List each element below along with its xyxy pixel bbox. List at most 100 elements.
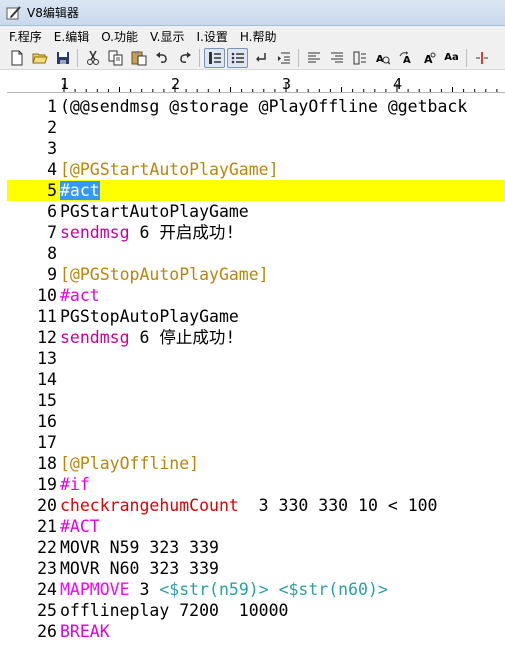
line-number: 26: [37, 622, 57, 641]
font-size-icon[interactable]: Aa: [441, 48, 462, 68]
code-line[interactable]: 26 BREAK: [7, 621, 505, 642]
code-line[interactable]: 17: [7, 432, 505, 453]
menu-bar: F.程序 E.编辑 O.功能 V.显示 I.设置 H.帮助: [0, 26, 505, 46]
code-line[interactable]: 10 #act: [7, 285, 505, 306]
line-number: 11: [37, 307, 57, 326]
line-number: 13: [37, 349, 57, 368]
line-text: MOVR N60 323 339: [60, 559, 219, 578]
code-line[interactable]: 18 [@PlayOffline]: [7, 453, 505, 474]
list-format-icon[interactable]: [227, 47, 248, 68]
line-number: 1: [47, 97, 57, 116]
ruler-number: 2: [171, 75, 181, 93]
code-line[interactable]: 8: [7, 243, 505, 264]
code-line[interactable]: 23 MOVR N60 323 339: [7, 558, 505, 579]
toolbar-separator: [199, 48, 200, 67]
replace-icon[interactable]: A: [395, 48, 416, 68]
save-icon[interactable]: [52, 48, 73, 68]
code-line[interactable]: 13: [7, 348, 505, 369]
line-text-wrap: sendmsg 6 停止成功!: [57, 327, 235, 348]
menu-function[interactable]: O.功能: [96, 28, 145, 45]
indent-icon[interactable]: [273, 48, 294, 68]
line-text: MOVR N59 323 339: [60, 538, 219, 557]
line-number: 7: [47, 223, 57, 242]
line-text-wrap: #act: [57, 180, 100, 201]
line-number: 8: [47, 244, 57, 263]
code-line[interactable]: 4 [@PGStartAutoPlayGame]: [7, 159, 505, 180]
find-icon[interactable]: A: [372, 48, 393, 68]
code-line[interactable]: 25 offlineplay 7200 10000: [7, 600, 505, 621]
open-folder-icon[interactable]: [29, 48, 50, 68]
line-number: 4: [47, 160, 57, 179]
line-number: 2: [47, 118, 57, 137]
directive-keyword: #ACT: [60, 517, 100, 536]
code-line[interactable]: 11 PGStopAutoPlayGame: [7, 306, 505, 327]
window-title: V8编辑器: [27, 6, 79, 20]
code-line[interactable]: 7 sendmsg 6 开启成功!: [7, 222, 505, 243]
line-number: 6: [47, 202, 57, 221]
toolbar-separator: [298, 48, 299, 67]
font-color-icon[interactable]: A: [418, 48, 439, 68]
code-line[interactable]: 2: [7, 117, 505, 138]
line-number: 25: [37, 601, 57, 620]
code-line[interactable]: 15: [7, 390, 505, 411]
split-icon[interactable]: [471, 48, 492, 68]
code-line[interactable]: 16: [7, 411, 505, 432]
menu-help[interactable]: H.帮助: [235, 28, 284, 45]
word-wrap-icon[interactable]: [250, 48, 271, 68]
line-text: PGStartAutoPlayGame: [60, 202, 249, 221]
menu-edit[interactable]: E.编辑: [49, 28, 96, 45]
code-line[interactable]: 20 checkrangehumCount 3 330 330 10 < 100: [7, 495, 505, 516]
code-line[interactable]: 14: [7, 369, 505, 390]
toolbar: A A A Aa: [0, 46, 505, 70]
section-label: [@PlayOffline]: [60, 454, 200, 473]
line-text: PGStopAutoPlayGame: [60, 307, 239, 326]
mapmove-keyword: MAPMOVE: [60, 580, 130, 599]
check-args: 3 330 330 10 < 100: [238, 496, 438, 515]
code-line[interactable]: 3: [7, 138, 505, 159]
code-line[interactable]: 6 PGStartAutoPlayGame: [7, 201, 505, 222]
align-right-icon[interactable]: [326, 48, 347, 68]
line-number: 5: [47, 181, 57, 200]
code-editor[interactable]: 1 (@@sendmsg @storage @PlayOffline @getba…: [7, 93, 505, 646]
line-text-wrap: sendmsg 6 开启成功!: [57, 222, 235, 243]
ruler-number: 3: [282, 75, 292, 93]
redo-icon[interactable]: [174, 48, 195, 68]
command-keyword: sendmsg: [60, 223, 130, 242]
paste-icon[interactable]: [128, 48, 149, 68]
directive-keyword: #act: [60, 286, 100, 305]
code-line[interactable]: 12 sendmsg 6 停止成功!: [7, 327, 505, 348]
break-keyword: BREAK: [60, 622, 110, 641]
line-number: 12: [37, 328, 57, 347]
line-number: 24: [37, 580, 57, 599]
code-line[interactable]: 9 [@PGStopAutoPlayGame]: [7, 264, 505, 285]
menu-settings[interactable]: I.设置: [191, 28, 234, 45]
new-file-icon[interactable]: [6, 48, 27, 68]
undo-icon[interactable]: [151, 48, 172, 68]
line-number: 15: [37, 391, 57, 410]
code-line[interactable]: 21 #ACT: [7, 516, 505, 537]
command-args: 6 开启成功!: [129, 223, 236, 242]
line-number: 9: [47, 265, 57, 284]
title-bar: V8编辑器: [0, 0, 505, 26]
code-line[interactable]: 24 MAPMOVE 3 <$str(n59)> <$str(n60)>: [7, 579, 505, 600]
current-code-line[interactable]: 5 #act: [7, 180, 505, 201]
line-number: 19: [37, 475, 57, 494]
code-line[interactable]: 22 MOVR N59 323 339: [7, 537, 505, 558]
align-left-icon[interactable]: [303, 48, 324, 68]
menu-view[interactable]: V.显示: [145, 28, 191, 45]
column-icon[interactable]: [349, 48, 370, 68]
line-number: 3: [47, 139, 57, 158]
command-keyword: sendmsg: [60, 328, 130, 347]
line-numbers-icon[interactable]: [204, 47, 225, 68]
cut-icon[interactable]: [82, 48, 103, 68]
line-number: 23: [37, 559, 57, 578]
copy-icon[interactable]: [105, 48, 126, 68]
line-number: 22: [37, 538, 57, 557]
menu-program[interactable]: F.程序: [4, 28, 49, 45]
line-number: 16: [37, 412, 57, 431]
line-number: 20: [37, 496, 57, 515]
code-line[interactable]: 1 (@@sendmsg @storage @PlayOffline @getba…: [7, 96, 505, 117]
toolbar-separator: [466, 48, 467, 67]
line-number: 17: [37, 433, 57, 452]
code-line[interactable]: 19 #if: [7, 474, 505, 495]
